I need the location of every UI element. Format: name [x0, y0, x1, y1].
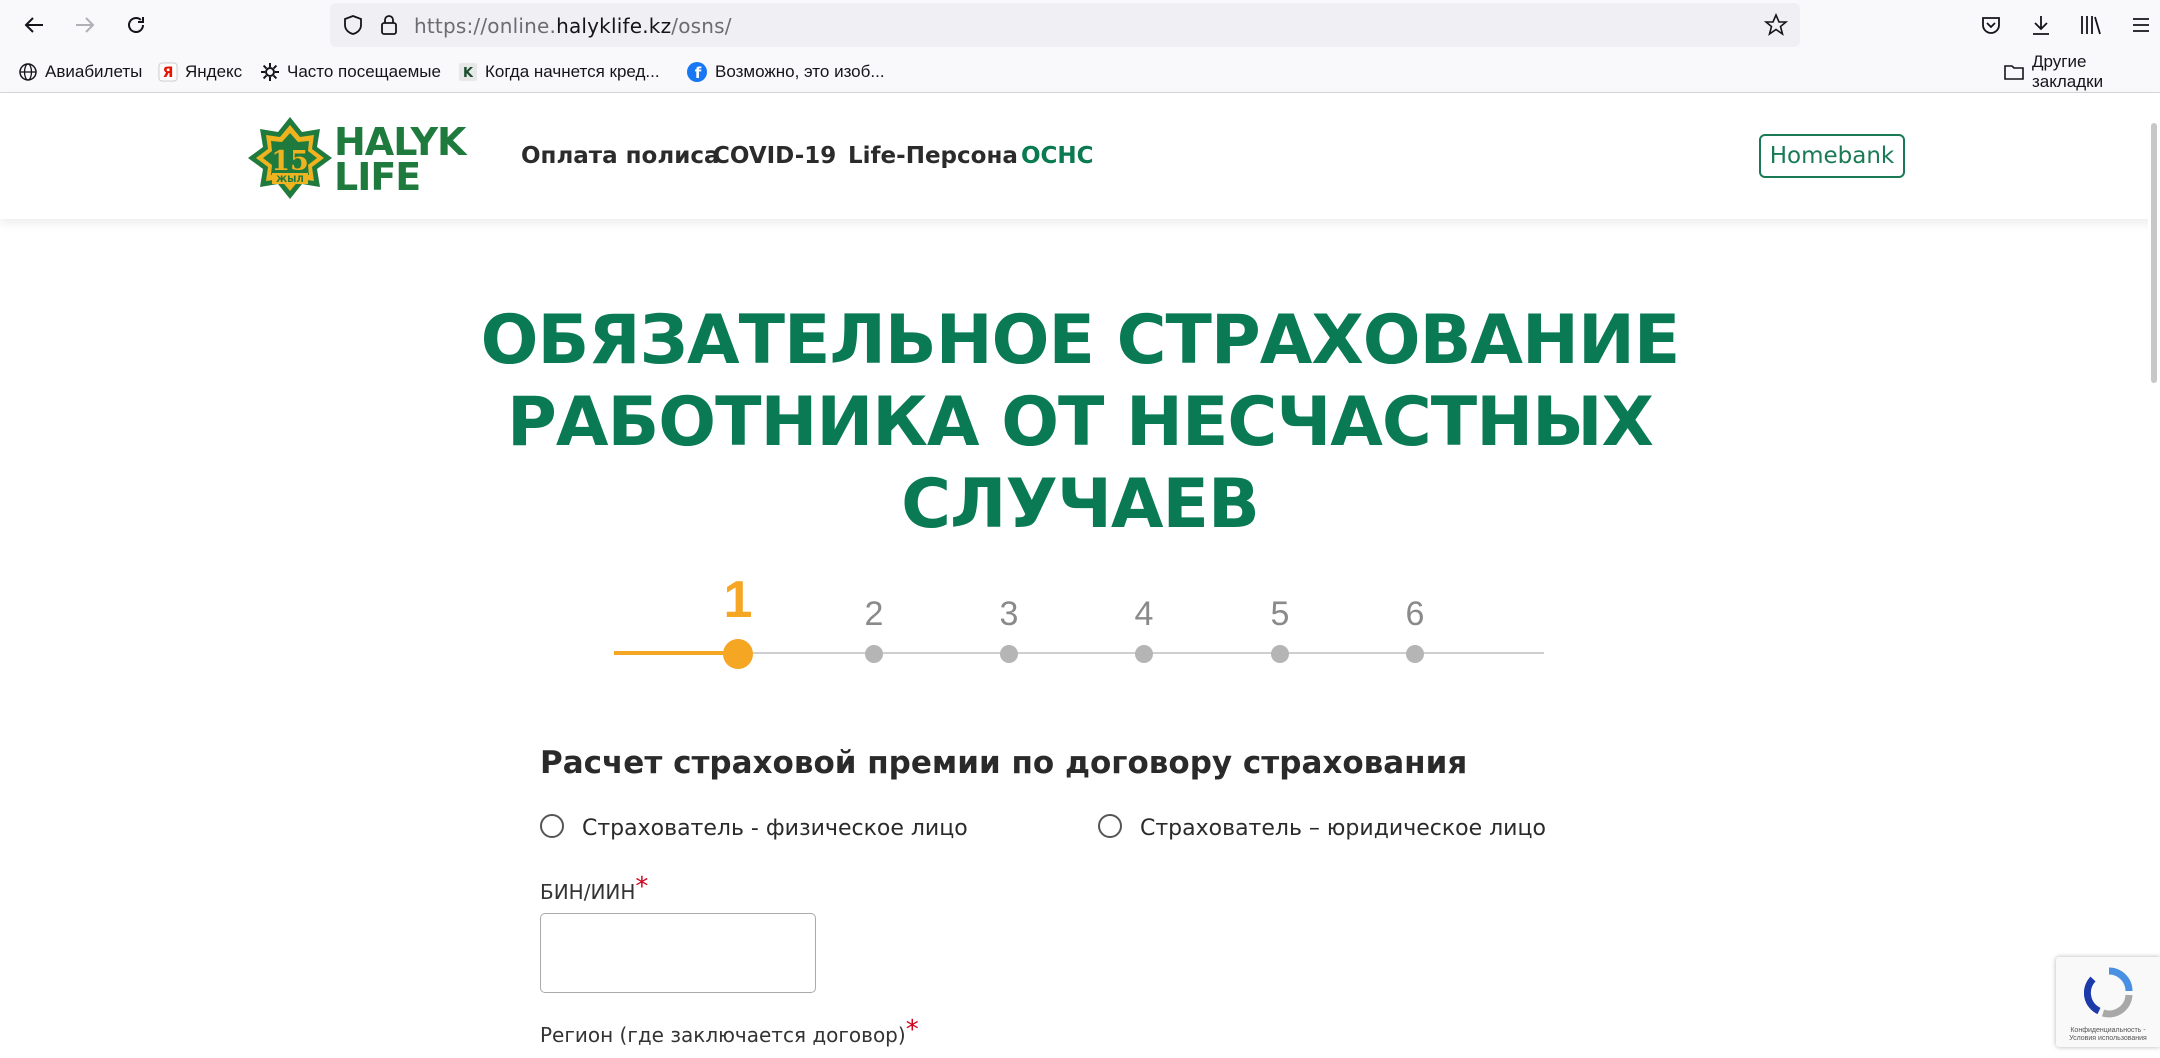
browser-toolbar: https://online.halyklife.kz/osns/	[0, 0, 2160, 50]
bookmark-item[interactable]: K Когда начнется кред...	[458, 60, 660, 84]
hamburger-icon	[2133, 18, 2149, 32]
svg-text:K: K	[463, 66, 474, 81]
bookmark-label: Яндекс	[185, 62, 243, 81]
library-button[interactable]	[2074, 8, 2108, 42]
lock-icon	[381, 15, 397, 35]
bookmark-label: Когда начнется кред...	[485, 62, 660, 81]
recaptcha-icon	[2084, 967, 2133, 1018]
title-line: ОБЯЗАТЕЛЬНОЕ СТРАХОВАНИЕ	[480, 301, 1681, 380]
nav-item-osns[interactable]: ОСНС	[1021, 143, 1094, 169]
required-mark: *	[635, 872, 649, 902]
bin-input[interactable]	[540, 913, 816, 993]
library-icon	[2081, 16, 2101, 35]
radio-label: Страхователь – юридическое лицо	[1140, 816, 1546, 841]
homebank-button[interactable]: Homebank	[1759, 134, 1905, 178]
bookmark-label: Возможно, это изоб...	[715, 62, 885, 81]
other-bookmarks-label: Другие закладки	[2032, 52, 2104, 91]
yandex-icon: Я	[158, 62, 178, 82]
nav-item-covid[interactable]: COVID-19	[713, 143, 836, 169]
url-text: https://online.halyklife.kz/osns/	[414, 14, 732, 38]
section-title: Расчет страховой премии по договору стра…	[540, 745, 1468, 781]
radio-button[interactable]	[540, 813, 564, 838]
step-number: 3	[999, 595, 1019, 633]
other-bookmarks[interactable]: Другие закладки	[2003, 52, 2160, 91]
svg-text:ЖЫЛ: ЖЫЛ	[276, 175, 304, 185]
bookmark-item[interactable]: Часто посещаемые	[260, 60, 441, 84]
step-5[interactable]: 5	[1250, 570, 1310, 663]
bookmark-label: Авиабилеты	[45, 62, 143, 81]
site-header: 15 ЖЫЛ HALYK LIFE Оплата полиса COVID-19…	[0, 93, 2160, 219]
globe-icon	[18, 62, 38, 82]
stepper-progress	[614, 651, 740, 655]
required-mark: *	[905, 1015, 919, 1045]
step-dot	[1000, 645, 1018, 663]
bookmarks-bar: Авиабилеты Я Яндекс Часто посещаемые K К…	[0, 50, 2160, 93]
forward-button[interactable]	[68, 8, 102, 42]
pocket-icon	[1982, 17, 2000, 34]
halyk-life-logo[interactable]: 15 ЖЫЛ HALYK LIFE	[248, 115, 488, 201]
step-number: 6	[1405, 595, 1425, 633]
back-button[interactable]	[17, 8, 51, 42]
bookmark-item[interactable]: Авиабилеты	[18, 60, 142, 84]
bookmark-label: Часто посещаемые	[287, 62, 441, 81]
facebook-icon: f	[686, 61, 708, 83]
step-number: 4	[1134, 595, 1154, 633]
step-1[interactable]: 1	[708, 570, 768, 669]
step-dot	[1271, 645, 1289, 663]
step-3[interactable]: 3	[979, 570, 1039, 663]
download-icon	[2033, 16, 2049, 35]
scroll-thumb[interactable]	[2151, 123, 2157, 383]
recaptcha-badge[interactable]: Конфиденциальность - Условия использован…	[2056, 957, 2160, 1047]
region-label: Регион (где заключается договор)*	[540, 1015, 919, 1047]
step-dot	[723, 639, 753, 669]
nav-item-life-persona[interactable]: Life-Персона	[848, 143, 1018, 169]
step-dot	[1406, 645, 1424, 663]
downloads-button[interactable]	[2024, 8, 2058, 42]
step-number: 2	[864, 595, 884, 633]
reload-icon	[128, 17, 144, 33]
title-line: РАБОТНИКА ОТ НЕСЧАСТНЫХ	[507, 383, 1654, 462]
reload-button[interactable]	[119, 8, 153, 42]
arrow-right-icon	[76, 17, 95, 33]
recaptcha-text: Конфиденциальность - Условия использован…	[2069, 1027, 2147, 1042]
step-2[interactable]: 2	[844, 570, 904, 663]
page-scrollbar[interactable]	[2148, 93, 2160, 1058]
svg-text:f: f	[695, 64, 702, 82]
step-number: 5	[1270, 595, 1290, 633]
shield-icon	[344, 15, 362, 35]
nav-item-payment[interactable]: Оплата полиса	[521, 143, 719, 169]
svg-text:Я: Я	[163, 65, 174, 81]
radio-individual[interactable]: Страхователь - физическое лицо	[540, 813, 968, 841]
bin-label: БИН/ИИН*	[540, 872, 649, 904]
page-title: ОБЯЗАТЕЛЬНОЕ СТРАХОВАНИЕ РАБОТНИКА ОТ НЕ…	[480, 300, 1681, 546]
title-line: СЛУЧАЕВ	[901, 465, 1260, 544]
step-4[interactable]: 4	[1114, 570, 1174, 663]
step-6[interactable]: 6	[1385, 570, 1445, 663]
bookmark-item[interactable]: f Возможно, это изоб...	[686, 60, 885, 84]
k-icon: K	[458, 62, 478, 82]
svg-text:15: 15	[271, 146, 309, 177]
menu-button[interactable]	[2124, 8, 2158, 42]
step-dot	[1135, 645, 1153, 663]
step-number: 1	[723, 571, 753, 629]
stepper-track	[614, 652, 1544, 654]
gear-icon	[260, 62, 280, 82]
svg-text:LIFE: LIFE	[334, 155, 420, 199]
address-bar[interactable]: https://online.halyklife.kz/osns/	[330, 3, 1800, 47]
star-icon	[1764, 13, 1788, 36]
radio-button[interactable]	[1098, 813, 1122, 838]
pocket-button[interactable]	[1974, 8, 2008, 42]
radio-legal[interactable]: Страхователь – юридическое лицо	[1098, 813, 1546, 841]
arrow-left-icon	[24, 17, 43, 33]
folder-icon	[2003, 62, 2025, 82]
bookmark-item[interactable]: Я Яндекс	[158, 60, 242, 84]
radio-label: Страхователь - физическое лицо	[582, 816, 968, 841]
step-dot	[865, 645, 883, 663]
progress-stepper: 1 2 3 4 5 6	[614, 570, 1544, 670]
